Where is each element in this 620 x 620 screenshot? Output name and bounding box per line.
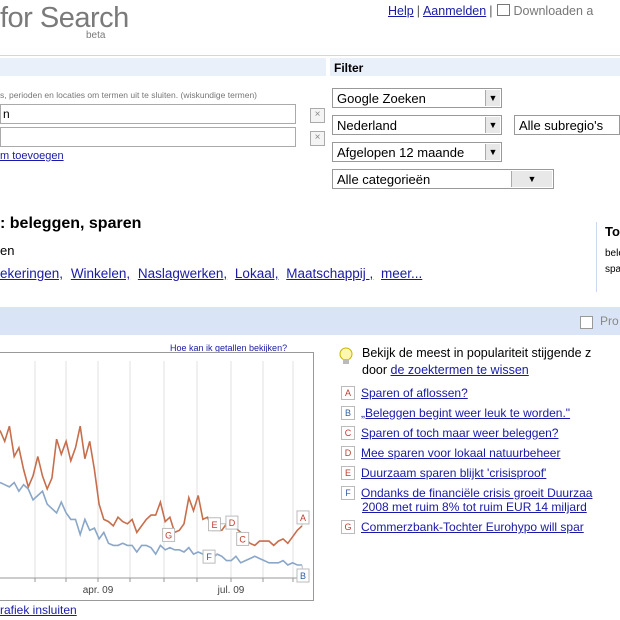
news-item[interactable]: C Sparen of toch maar weer beleggen? [341,426,620,446]
news-item-link[interactable]: Duurzaam sparen blijkt 'crisisproof' [361,466,546,480]
news-item-badge: F [341,486,355,500]
remove-term-1-icon[interactable]: × [310,108,325,123]
download-link[interactable]: Downloaden a [513,4,593,18]
top-searches-item: spa [605,264,620,275]
news-item-link[interactable]: Ondanks de financiële crisis groeit Duur… [361,486,592,500]
chevron-down-icon: ▼ [485,90,500,106]
annotation-letter: G [165,530,172,540]
lightbulb-icon [339,347,353,364]
header-divider [0,55,620,56]
news-item-link[interactable]: Mee sparen voor lokaal natuurbeheer [361,446,560,460]
country-value: Nederland [337,118,397,133]
band-checkbox[interactable] [580,316,593,329]
trends-intro-line2: door de zoektermen te wissen [362,362,591,379]
annotation-letter: B [300,571,306,581]
filter-label: Filter [334,61,364,75]
category-link[interactable]: Winkelen, [71,266,130,281]
logo: for Search [0,2,129,34]
category-link[interactable]: Naslagwerken, [138,266,227,281]
top-searches-box: To bele spa [596,222,620,292]
search-type-value: Google Zoeken [337,91,426,106]
help-link[interactable]: Help [388,4,414,18]
news-item[interactable]: E Duurzaam sparen blijkt 'crisisproof' [341,466,620,486]
chevron-down-icon: ▼ [485,117,500,133]
top-links: Help | Aanmelden | Downloaden a [388,4,594,18]
chevron-down-icon: ▼ [511,171,552,187]
add-term-link[interactable]: m toevoegen [0,150,64,162]
annotation-letter: E [211,520,217,530]
trends-intro-prefix: door [362,363,391,377]
news-item-badge: E [341,466,355,480]
category-value: Alle categorieën [337,172,431,187]
more-link[interactable]: meer... [381,266,422,281]
beta-label: beta [86,30,106,41]
results-subtitle: en [0,243,15,258]
period-select[interactable]: Afgelopen 12 maande ▼ [332,142,502,162]
results-title: : beleggen, sparen [0,215,142,232]
news-item-badge: D [341,446,355,460]
news-item[interactable]: F Ondanks de financiële crisis groeit Duu… [341,486,620,520]
search-term-1-input[interactable] [0,104,296,124]
trends-intro-line1: Bekijk de meest in populariteit stijgend… [362,346,592,360]
remove-term-2-icon[interactable]: × [310,131,325,146]
news-list: A Sparen of aflossen? B „Beleggen begint we… [341,386,620,540]
series-line-1 [0,481,302,566]
category-link[interactable]: Lokaal, [235,266,279,281]
filter-header-bar [330,58,620,76]
news-item-link[interactable]: Commerzbank-Tochter Eurohypo will spar [361,520,584,534]
annotation-letter: F [206,552,212,562]
news-item-link[interactable]: Sparen of aflossen? [361,386,468,400]
login-link[interactable]: Aanmelden [423,4,486,18]
news-item-badge: G [341,520,355,534]
embed-chart-link[interactable]: rafiek insluiten [0,603,77,617]
category-select[interactable]: Alle categorieën ▼ [332,169,554,189]
news-item[interactable]: D Mee sparen voor lokaal natuurbeheer [341,446,620,466]
news-item-badge: A [341,386,355,400]
clear-terms-link[interactable]: de zoektermen te wissen [391,363,529,377]
news-item-link[interactable]: Sparen of toch maar weer beleggen? [361,426,558,440]
top-searches-title: To [605,224,620,239]
trends-intro: Bekijk de meest in populariteit stijgend… [362,345,591,379]
news-item[interactable]: B „Beleggen begint weer leuk te worden." [341,406,620,426]
period-value: Afgelopen 12 maande [337,145,465,160]
annotation-letter: C [239,534,246,544]
search-type-select[interactable]: Google Zoeken ▼ [332,88,502,108]
series-line-0 [0,425,303,547]
x-tick-label: jul. 09 [217,585,245,596]
search-term-2-input[interactable] [0,127,296,147]
terms-header-bar [0,58,326,76]
subregion-value: Alle subregio's [519,118,604,133]
top-searches-item: bele [605,248,620,259]
category-link[interactable]: ekeringen, [0,266,63,281]
x-tick-label: apr. 09 [83,585,114,596]
trend-chart-svg: A B CD E F Gapr. 09 jul. 09 [0,361,310,596]
download-icon [497,4,511,16]
category-link[interactable]: Maatschappij , [286,266,373,281]
trend-chart: A B C D E F Gapr. 09 jul. 09 [0,352,314,601]
news-item-link[interactable]: „Beleggen begint weer leuk te worden." [361,406,570,420]
news-item-link-line2[interactable]: 2008 met ruim 8% tot ruim EUR 14 miljard [341,500,620,514]
subregion-select[interactable]: Alle subregio's [514,115,620,135]
news-item[interactable]: A Sparen of aflossen? [341,386,620,406]
band-label: Pro [600,314,619,328]
news-item-badge: C [341,426,355,440]
search-hint: s, perioden en locaties om termen uit te… [0,90,258,100]
category-links: ekeringen, Winkelen, Naslagwerken, Lokaa… [0,266,426,281]
news-item[interactable]: G Commerzbank-Tochter Eurohypo will spar [341,520,620,540]
news-item-badge: B [341,406,355,420]
section-band [0,307,620,335]
annotation-letter: D [229,518,236,528]
chevron-down-icon: ▼ [485,144,500,160]
country-select[interactable]: Nederland ▼ [332,115,502,135]
annotation-letter: A [300,513,306,523]
